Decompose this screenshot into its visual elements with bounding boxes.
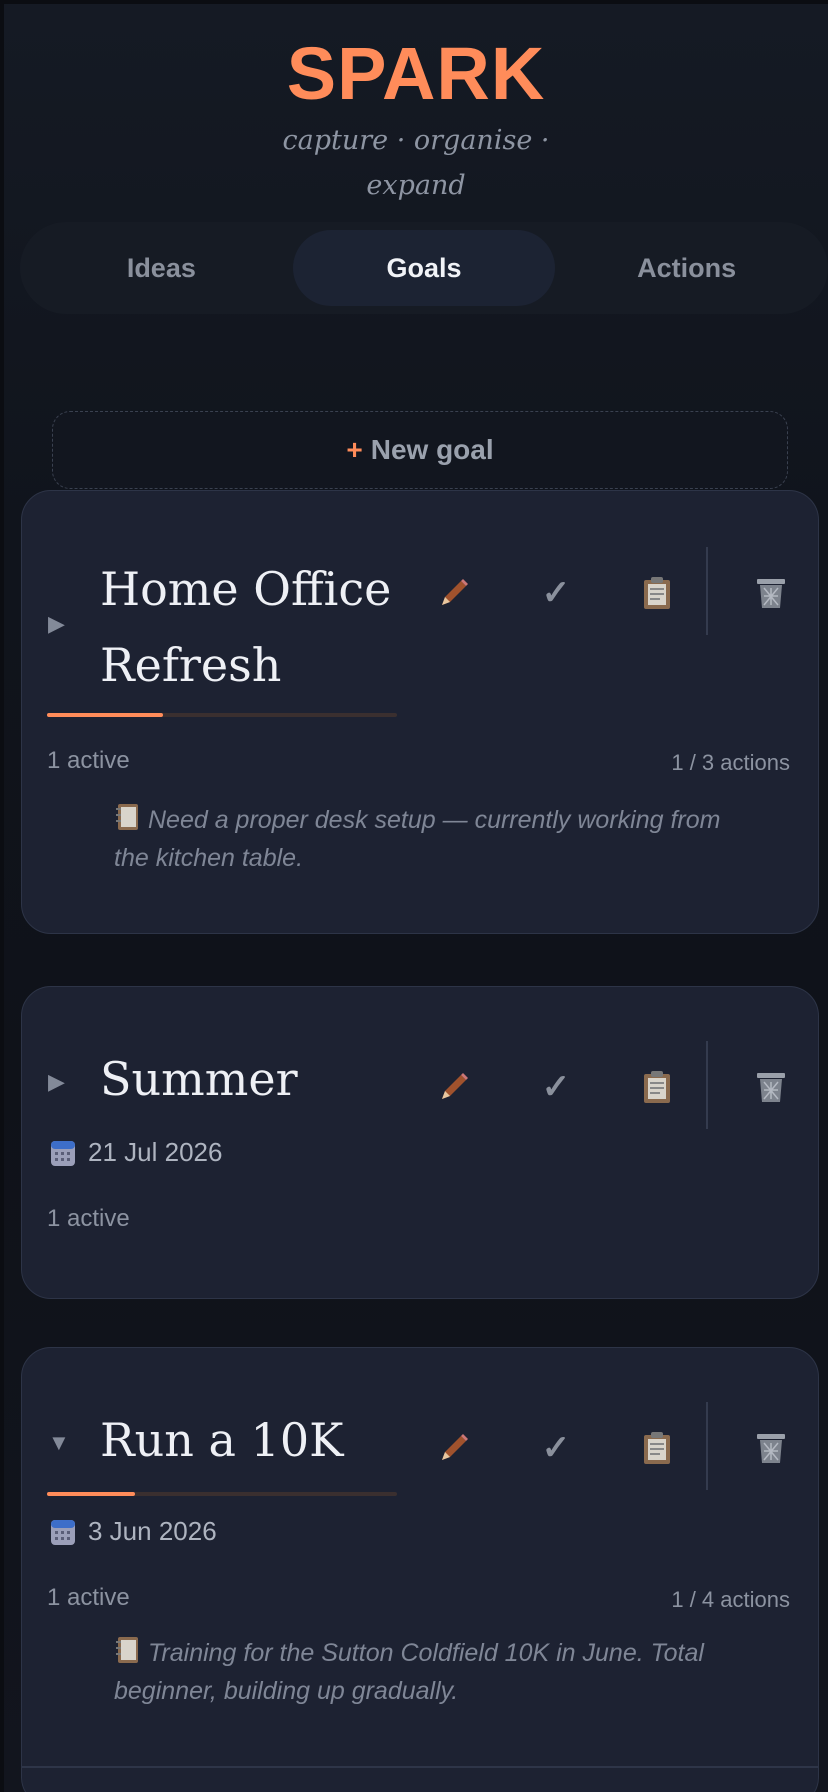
complete-button[interactable]: ✓ — [532, 1424, 580, 1472]
new-goal-label: New goal — [370, 434, 494, 465]
notes-button[interactable] — [633, 569, 681, 617]
complete-button[interactable]: ✓ — [532, 1063, 580, 1111]
actions-divider — [706, 1041, 708, 1129]
card-section-divider — [22, 1766, 818, 1768]
app-tagline: capture · organise · expand — [282, 125, 550, 201]
clipboard-icon — [644, 1071, 670, 1103]
trash-icon — [757, 1434, 785, 1463]
goal-note-text: Training for the Sutton Coldfield 10K in… — [114, 1639, 704, 1705]
goal-actions: ✓ — [414, 1402, 818, 1492]
goal-progress-bar — [47, 713, 397, 717]
calendar-icon — [51, 1519, 75, 1545]
active-count: 1 active — [47, 1584, 130, 1611]
goal-title[interactable]: Run a 10K — [100, 1402, 430, 1478]
pencil-icon — [442, 579, 468, 605]
app-screen: SPARK capture · organise · expand Ideas … — [4, 4, 828, 1792]
clipboard-icon — [644, 1432, 670, 1464]
notebook-icon — [116, 804, 138, 830]
complete-button[interactable]: ✓ — [532, 569, 580, 617]
goal-due-date-text: 3 Jun 2026 — [88, 1516, 217, 1546]
goal-progress-fill — [47, 1492, 135, 1496]
clipboard-icon — [644, 577, 670, 609]
goal-note: Need a proper desk setup — currently wor… — [114, 801, 754, 877]
actions-count: 1 / 4 actions — [671, 1587, 790, 1612]
tab-goals[interactable]: Goals — [292, 230, 556, 306]
goal-progress-fill — [47, 713, 163, 717]
goal-due-date: 21 Jul 2026 — [50, 1137, 222, 1168]
pencil-icon — [442, 1434, 468, 1460]
app-logo: SPARK — [286, 32, 546, 115]
goal-card: ▼ Run a 10K ✓ 3 Jun 2026 1 active 1 / 4 — [21, 1347, 819, 1792]
trash-icon — [757, 1073, 785, 1102]
active-count: 1 active — [47, 1205, 130, 1232]
edit-button[interactable] — [430, 1424, 478, 1472]
expand-toggle-icon[interactable]: ▶ — [48, 1069, 65, 1095]
edit-button[interactable] — [430, 569, 478, 617]
actions-divider — [706, 547, 708, 635]
checkmark-icon: ✓ — [541, 574, 571, 612]
goal-due-date: 3 Jun 2026 — [50, 1516, 217, 1547]
goal-card: ▶ Summer ✓ 21 Jul 2026 1 active — [21, 986, 819, 1299]
notebook-icon — [116, 1637, 138, 1663]
actions-count: 1 / 3 actions — [671, 750, 790, 775]
collapse-toggle-icon[interactable]: ▼ — [48, 1430, 70, 1456]
tab-ideas[interactable]: Ideas — [30, 230, 293, 306]
new-goal-button[interactable]: + New goal — [52, 411, 788, 489]
edit-button[interactable] — [430, 1063, 478, 1111]
goal-note: Training for the Sutton Coldfield 10K in… — [114, 1634, 754, 1710]
tab-actions[interactable]: Actions — [555, 230, 818, 306]
delete-button[interactable] — [747, 569, 795, 617]
notes-button[interactable] — [633, 1424, 681, 1472]
goal-title[interactable]: Home Office Refresh — [100, 551, 430, 703]
goal-due-date-text: 21 Jul 2026 — [88, 1137, 223, 1167]
active-count: 1 active — [47, 747, 130, 774]
goal-title[interactable]: Summer — [100, 1041, 430, 1117]
actions-divider — [706, 1402, 708, 1490]
checkmark-icon: ✓ — [541, 1068, 571, 1106]
goal-actions: ✓ — [414, 547, 818, 637]
app-header: SPARK capture · organise · expand — [4, 4, 828, 208]
goal-card: ▶ Home Office Refresh ✓ 1 active 1 / 3 a… — [21, 490, 819, 934]
delete-button[interactable] — [747, 1063, 795, 1111]
pencil-icon — [442, 1073, 468, 1099]
tab-bar: Ideas Goals Actions — [20, 222, 828, 314]
notes-button[interactable] — [633, 1063, 681, 1111]
calendar-icon — [51, 1140, 75, 1166]
plus-icon: + — [346, 434, 363, 465]
goal-actions: ✓ — [414, 1041, 818, 1131]
trash-icon — [757, 579, 785, 608]
expand-toggle-icon[interactable]: ▶ — [48, 611, 65, 637]
delete-button[interactable] — [747, 1424, 795, 1472]
checkmark-icon: ✓ — [541, 1429, 571, 1467]
goal-progress-bar — [47, 1492, 397, 1496]
goal-note-text: Need a proper desk setup — currently wor… — [114, 806, 721, 872]
